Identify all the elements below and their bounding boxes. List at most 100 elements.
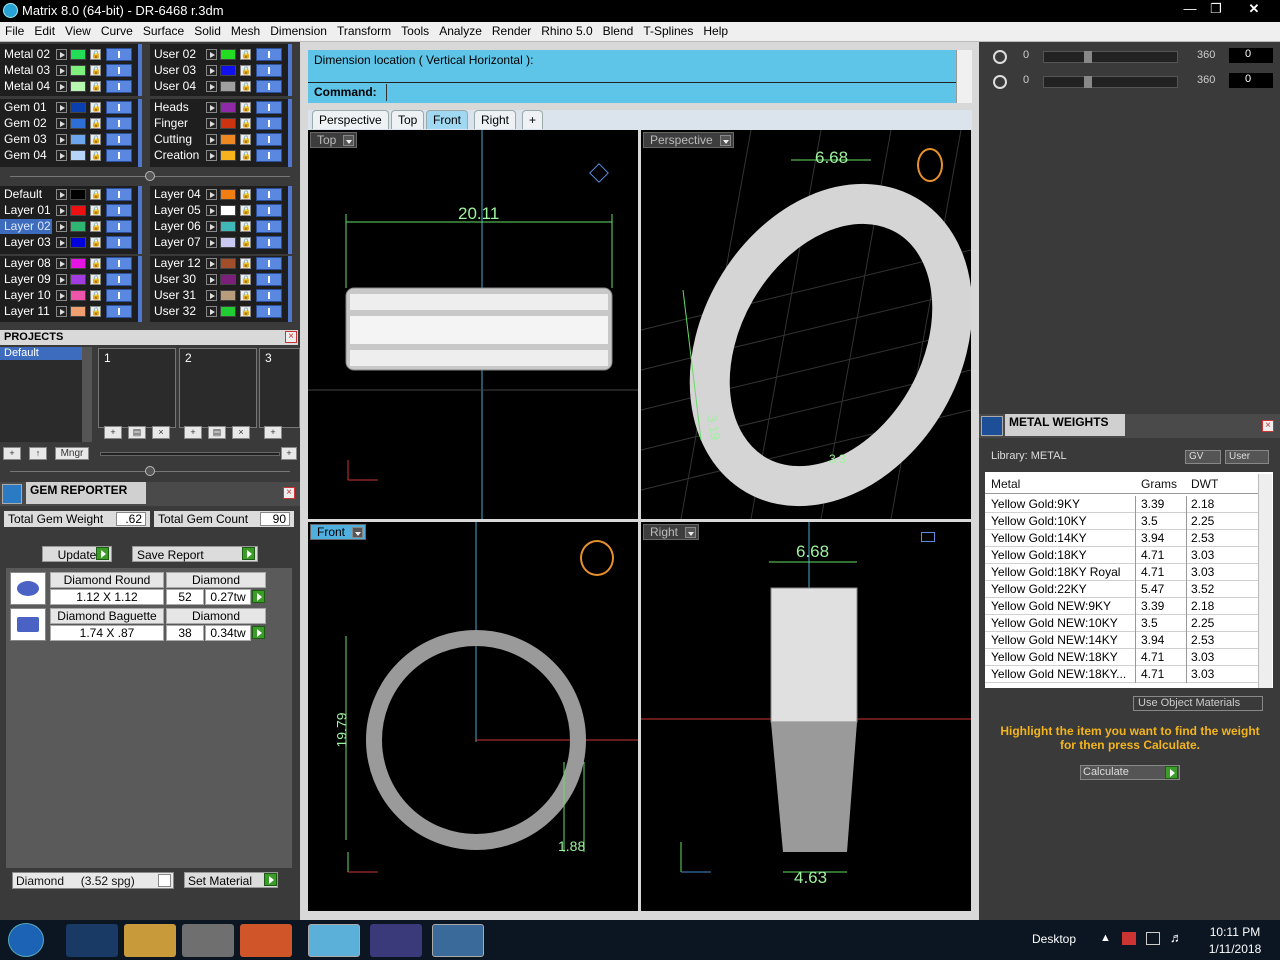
project-slot-1[interactable]: 1 (98, 348, 176, 428)
layer-row[interactable]: Layer 01 🔒 (0, 203, 142, 218)
lock-icon[interactable]: 🔒 (240, 306, 251, 317)
layer-row[interactable]: Layer 06 🔒 (150, 219, 292, 234)
user-button[interactable]: User (1225, 450, 1269, 464)
lock-icon[interactable]: 🔒 (240, 237, 251, 248)
table-row[interactable]: Yellow Gold:18KY 4.71 3.03 (985, 547, 1258, 564)
layer-row[interactable]: Metal 03 🔒 (0, 63, 142, 78)
layer-color-swatch[interactable] (220, 49, 236, 60)
layer-row[interactable]: User 32 🔒 (150, 304, 292, 319)
lock-icon[interactable]: 🔒 (90, 150, 101, 161)
layer-row[interactable]: User 02 🔒 (150, 47, 292, 62)
layer-row[interactable]: Layer 07 🔒 (150, 235, 292, 250)
layer-color-swatch[interactable] (70, 258, 86, 269)
layer-visibility-icon[interactable] (256, 117, 282, 130)
tab-right[interactable]: Right (474, 110, 517, 129)
matrix-icon[interactable] (308, 924, 360, 957)
lock-icon[interactable]: 🔒 (90, 221, 101, 232)
chevron-down-icon[interactable] (352, 527, 364, 538)
start-icon[interactable] (8, 923, 44, 957)
lock-icon[interactable]: 🔒 (240, 81, 251, 92)
lock-icon[interactable]: 🔒 (90, 65, 101, 76)
layer-name[interactable]: Heads (150, 100, 202, 115)
layer-row[interactable]: Layer 11 🔒 (0, 304, 142, 319)
projects-scrollbar[interactable] (82, 347, 92, 442)
table-row[interactable]: Yellow Gold:22KY 5.47 3.52 (985, 581, 1258, 598)
layer-name[interactable]: User 04 (150, 79, 202, 94)
tray-up-icon[interactable]: ▲ (1100, 932, 1111, 944)
layer-expand-icon[interactable] (56, 134, 67, 145)
layer-name[interactable]: Finger (150, 116, 202, 131)
table-row[interactable]: Yellow Gold:9KY 3.39 2.18 (985, 496, 1258, 513)
column-metal[interactable]: Metal (991, 477, 1020, 491)
layer-name[interactable]: Default (0, 187, 52, 202)
layer-color-swatch[interactable] (70, 205, 86, 216)
layer-visibility-icon[interactable] (256, 48, 282, 61)
layer-row[interactable]: Layer 03 🔒 (0, 235, 142, 250)
menu-analyze[interactable]: Analyze (434, 22, 487, 38)
projects-list-item[interactable]: Default (0, 347, 82, 360)
column-grams[interactable]: Grams (1141, 477, 1177, 491)
layer-visibility-icon[interactable] (106, 48, 132, 61)
lock-icon[interactable]: 🔒 (240, 221, 251, 232)
layer-expand-icon[interactable] (56, 81, 67, 92)
layer-expand-icon[interactable] (56, 49, 67, 60)
lock-icon[interactable]: 🔒 (240, 134, 251, 145)
layer-expand-icon[interactable] (56, 205, 67, 216)
layer-visibility-icon[interactable] (106, 305, 132, 318)
layer-color-swatch[interactable] (70, 237, 86, 248)
layer-color-swatch[interactable] (220, 221, 236, 232)
desktop-label[interactable]: Desktop (1032, 932, 1076, 946)
layer-row[interactable]: Layer 12 🔒 (150, 256, 292, 271)
layer-visibility-icon[interactable] (256, 101, 282, 114)
layer-visibility-icon[interactable] (256, 257, 282, 270)
tab-front[interactable]: Front (426, 110, 469, 129)
metal-table-scrollbar[interactable] (1258, 474, 1272, 688)
lock-icon[interactable]: 🔒 (240, 205, 251, 216)
layer-color-swatch[interactable] (70, 150, 86, 161)
layer-color-swatch[interactable] (220, 306, 236, 317)
layer-name[interactable]: Layer 03 (0, 235, 52, 250)
layer-expand-icon[interactable] (206, 189, 217, 200)
layer-color-swatch[interactable] (70, 65, 86, 76)
layer-expand-icon[interactable] (56, 237, 67, 248)
layer-visibility-icon[interactable] (106, 273, 132, 286)
layer-row[interactable]: Finger 🔒 (150, 116, 292, 131)
layer-expand-icon[interactable] (206, 150, 217, 161)
layer-color-swatch[interactable] (220, 205, 236, 216)
lock-icon[interactable]: 🔒 (240, 274, 251, 285)
layer-row[interactable]: User 31 🔒 (150, 288, 292, 303)
layer-color-swatch[interactable] (70, 49, 86, 60)
layer-row[interactable]: Cutting 🔒 (150, 132, 292, 147)
layer-name[interactable]: User 03 (150, 63, 202, 78)
project-add-icon[interactable]: + (104, 426, 122, 439)
layer-color-swatch[interactable] (70, 189, 86, 200)
layer-expand-icon[interactable] (56, 306, 67, 317)
layer-color-swatch[interactable] (220, 258, 236, 269)
command-input[interactable] (386, 84, 956, 101)
ie-icon[interactable] (66, 924, 118, 957)
set-material-arrow-icon[interactable] (264, 873, 277, 886)
layer-name[interactable]: Creation (150, 148, 202, 163)
layer-color-swatch[interactable] (70, 290, 86, 301)
gem-arrow-icon[interactable] (252, 626, 265, 639)
layer-visibility-icon[interactable] (106, 236, 132, 249)
lock-icon[interactable]: 🔒 (240, 65, 251, 76)
window-icon[interactable] (432, 924, 484, 957)
layer-visibility-icon[interactable] (256, 149, 282, 162)
tilt-slider[interactable] (1043, 76, 1178, 88)
layer-color-swatch[interactable] (220, 81, 236, 92)
viewport-top-label[interactable]: Top (310, 132, 358, 148)
layer-expand-icon[interactable] (56, 150, 67, 161)
layer-visibility-icon[interactable] (256, 204, 282, 217)
layer-color-swatch[interactable] (70, 102, 86, 113)
jewel-app-icon[interactable] (370, 924, 422, 957)
layer-name[interactable]: Gem 03 (0, 132, 52, 147)
layer-visibility-icon[interactable] (106, 188, 132, 201)
lock-icon[interactable]: 🔒 (90, 290, 101, 301)
calculate-arrow-icon[interactable] (1165, 766, 1178, 779)
layer-row[interactable]: Gem 01 🔒 (0, 100, 142, 115)
material-select[interactable]: Diamond (3.52 spg) (12, 872, 174, 889)
lock-icon[interactable]: 🔒 (90, 274, 101, 285)
layer-expand-icon[interactable] (56, 290, 67, 301)
table-row[interactable]: Yellow Gold NEW:9KY 3.39 2.18 (985, 598, 1258, 615)
